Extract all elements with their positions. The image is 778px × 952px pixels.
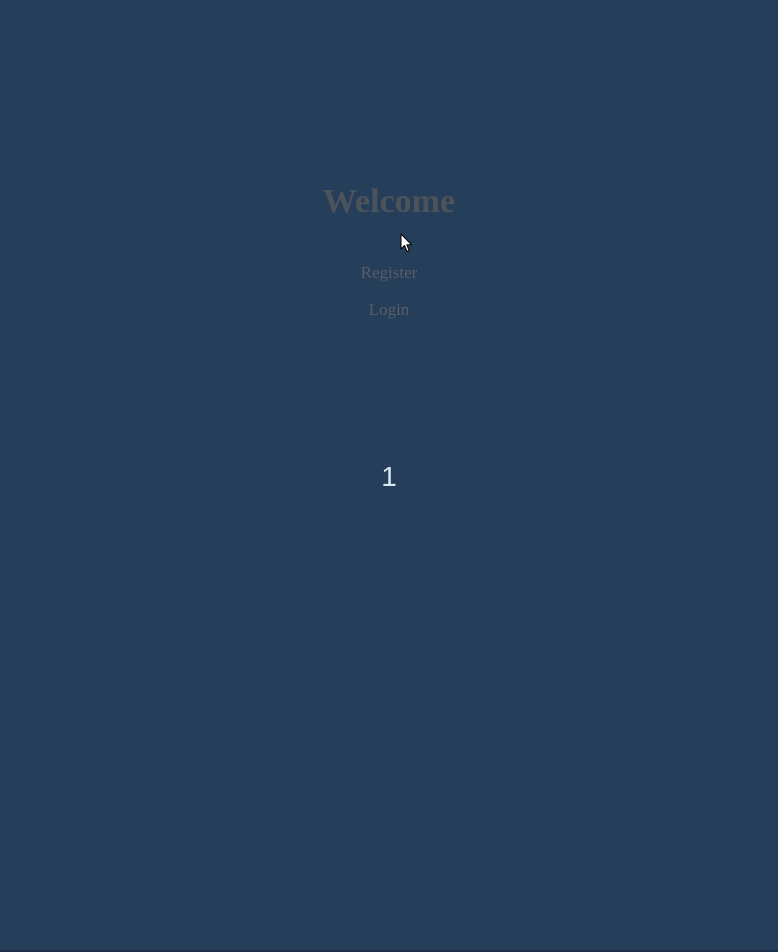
page-title: Welcome (322, 183, 456, 220)
login-link[interactable]: Login (369, 300, 410, 319)
register-link[interactable]: Register (361, 263, 418, 282)
mouse-pointer-icon (400, 233, 412, 252)
counter-value: 1 (381, 461, 397, 492)
register-link-row: Register (0, 262, 778, 284)
login-link-row: Login (0, 299, 778, 321)
